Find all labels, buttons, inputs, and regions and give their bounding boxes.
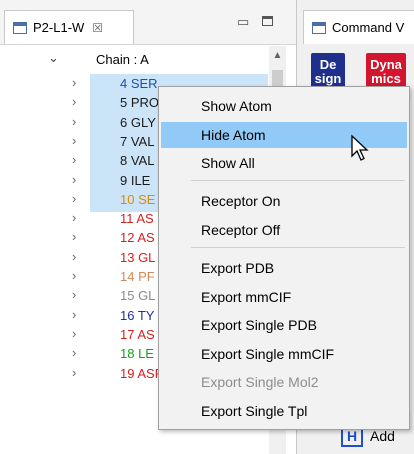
chevron-right-icon[interactable]: › <box>72 326 76 341</box>
chevron-right-icon[interactable]: › <box>72 191 76 206</box>
menu-item-label: Export Single PDB <box>201 317 317 333</box>
chevron-right-icon[interactable]: › <box>72 345 76 360</box>
menu-item-export-single-tpl[interactable]: Export Single Tpl <box>161 398 407 424</box>
menu-item-label: Receptor Off <box>201 222 281 238</box>
residue-label: 9 ILE <box>120 172 151 188</box>
menu-separator <box>191 247 405 248</box>
tab-structure[interactable]: P2-L1-W ☒ <box>4 10 134 44</box>
left-tab-bar: P2-L1-W ☒ ▭ <box>0 0 296 45</box>
close-icon[interactable]: ☒ <box>92 21 103 35</box>
chevron-right-icon[interactable]: › <box>72 152 76 167</box>
residue-label: 14 PF <box>120 269 155 284</box>
tree-row-chain[interactable]: ⌄ Chain : A <box>0 50 290 69</box>
chevron-right-icon[interactable]: › <box>72 365 76 380</box>
view-icon <box>13 21 27 34</box>
menu-item-label: Show Atom <box>201 98 272 114</box>
menu-item-label: Export Single mmCIF <box>201 346 335 362</box>
chevron-right-icon[interactable]: › <box>72 229 76 244</box>
chevron-right-icon[interactable]: › <box>72 94 76 109</box>
menu-item-label: Show All <box>201 155 255 171</box>
residue-label: 12 AS <box>120 230 155 246</box>
chevron-right-icon[interactable]: › <box>72 75 76 90</box>
residue-label: 5 PRO <box>120 95 160 111</box>
residue-label: 6 GLY <box>120 114 156 130</box>
residue-label: 16 TY <box>120 307 155 323</box>
chevron-right-icon[interactable]: › <box>72 307 76 322</box>
minimize-icon[interactable]: ▭ <box>237 14 249 30</box>
chevron-right-icon[interactable]: › <box>72 133 76 148</box>
chevron-right-icon[interactable]: › <box>72 114 76 129</box>
residue-label: 13 GL <box>120 249 156 265</box>
residue-label: 4 SER <box>120 76 158 91</box>
residue-label: 15 GL <box>120 288 156 304</box>
menu-item-export-single-pdb[interactable]: Export Single PDB <box>161 312 407 338</box>
residue-label: 10 SE <box>120 191 156 207</box>
residue-label: 11 AS <box>120 211 154 227</box>
residue-label: 17 AS <box>120 326 155 342</box>
menu-separator <box>191 180 405 181</box>
mouse-cursor-icon <box>351 134 369 161</box>
menu-item-label: Export Single Tpl <box>201 403 308 419</box>
menu-item-show-atom[interactable]: Show Atom <box>161 93 407 119</box>
chain-label: Chain : A <box>96 52 149 67</box>
maximize-icon[interactable] <box>262 16 273 26</box>
context-menu: Show Atom Hide Atom Show All Receptor On Rec… <box>158 86 410 430</box>
menu-item-receptor-off[interactable]: Receptor Off <box>161 217 407 243</box>
scroll-up-icon[interactable]: ▲ <box>269 50 286 61</box>
chevron-right-icon[interactable]: › <box>72 268 76 283</box>
residue-label: 8 VAL <box>120 153 155 169</box>
menu-item-export-single-mmcif[interactable]: Export Single mmCIF <box>161 341 407 367</box>
tab-title: Command V <box>332 20 405 35</box>
menu-item-label: Export mmCIF <box>201 289 292 305</box>
chevron-right-icon[interactable]: › <box>72 172 76 187</box>
menu-item-export-mmcif[interactable]: Export mmCIF <box>161 284 407 310</box>
add-label: Add <box>370 428 395 444</box>
menu-item-label: Hide Atom <box>201 127 266 143</box>
menu-item-label: Export Single Mol2 <box>201 374 319 390</box>
chevron-right-icon[interactable]: › <box>72 210 76 225</box>
menu-item-export-pdb[interactable]: Export PDB <box>161 255 407 281</box>
view-icon <box>312 21 326 34</box>
chevron-down-icon[interactable]: ⌄ <box>48 50 59 66</box>
tab-title: P2-L1-W <box>33 20 85 35</box>
menu-item-label: Receptor On <box>201 193 281 209</box>
menu-item-label: Export PDB <box>201 260 275 276</box>
residue-label: 19 ASP <box>120 365 164 381</box>
menu-item-export-single-mol2: Export Single Mol2 <box>161 369 407 395</box>
tab-command[interactable]: Command V <box>303 10 414 44</box>
residue-label: 18 LE <box>120 346 154 362</box>
residue-label: 7 VAL <box>120 133 155 149</box>
menu-item-receptor-on[interactable]: Receptor On <box>161 188 407 214</box>
chevron-right-icon[interactable]: › <box>72 249 76 264</box>
chevron-right-icon[interactable]: › <box>72 287 76 302</box>
